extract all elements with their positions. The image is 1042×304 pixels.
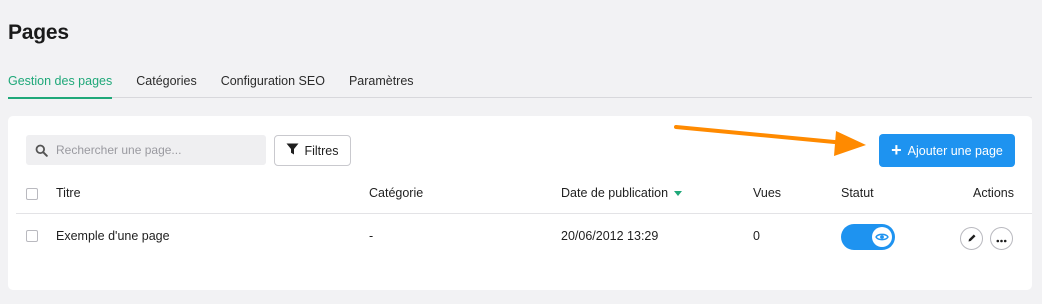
add-page-button-label: Ajouter une page [907,143,1003,158]
tab-parametres[interactable]: Paramètres [349,64,414,98]
add-page-button[interactable]: + Ajouter une page [879,134,1015,167]
row-views: 0 [753,229,760,243]
column-header-views[interactable]: Vues [753,186,781,200]
column-header-status[interactable]: Statut [841,186,874,200]
search-box [26,135,266,165]
status-toggle[interactable] [841,224,895,250]
page-title: Pages [8,21,69,44]
edit-icon [967,230,977,248]
column-header-category[interactable]: Catégorie [369,186,423,200]
column-header-title[interactable]: Titre [56,186,81,200]
table-header-divider [16,213,1032,214]
tab-gestion-des-pages[interactable]: Gestion des pages [8,64,113,99]
column-header-actions: Actions [973,186,1014,200]
filter-button[interactable]: Filtres [274,135,351,166]
sort-desc-icon [674,191,683,197]
row-checkbox[interactable] [26,230,38,242]
more-actions-button[interactable] [990,227,1013,250]
edit-button[interactable] [960,227,983,250]
more-icon [996,230,1007,248]
row-category: - [369,229,374,243]
plus-icon: + [891,139,902,160]
search-icon [26,135,56,165]
tab-configuration-seo[interactable]: Configuration SEO [221,64,325,98]
tab-bar: Gestion des pages Catégories Configurati… [8,64,1032,99]
select-all-checkbox[interactable] [26,188,38,200]
filter-icon [286,143,299,158]
row-title[interactable]: Exemple d'une page [56,229,170,243]
column-header-published-label: Date de publication [561,186,669,200]
row-published-date: 20/06/2012 13:29 [561,229,659,243]
filter-button-label: Filtres [304,143,339,158]
pages-card: Filtres + Ajouter une page Titre Catégor… [8,116,1032,290]
eye-icon [872,227,892,247]
column-header-published[interactable]: Date de publication [561,186,683,200]
tab-categories[interactable]: Catégories [136,64,196,98]
search-input[interactable] [56,143,256,157]
